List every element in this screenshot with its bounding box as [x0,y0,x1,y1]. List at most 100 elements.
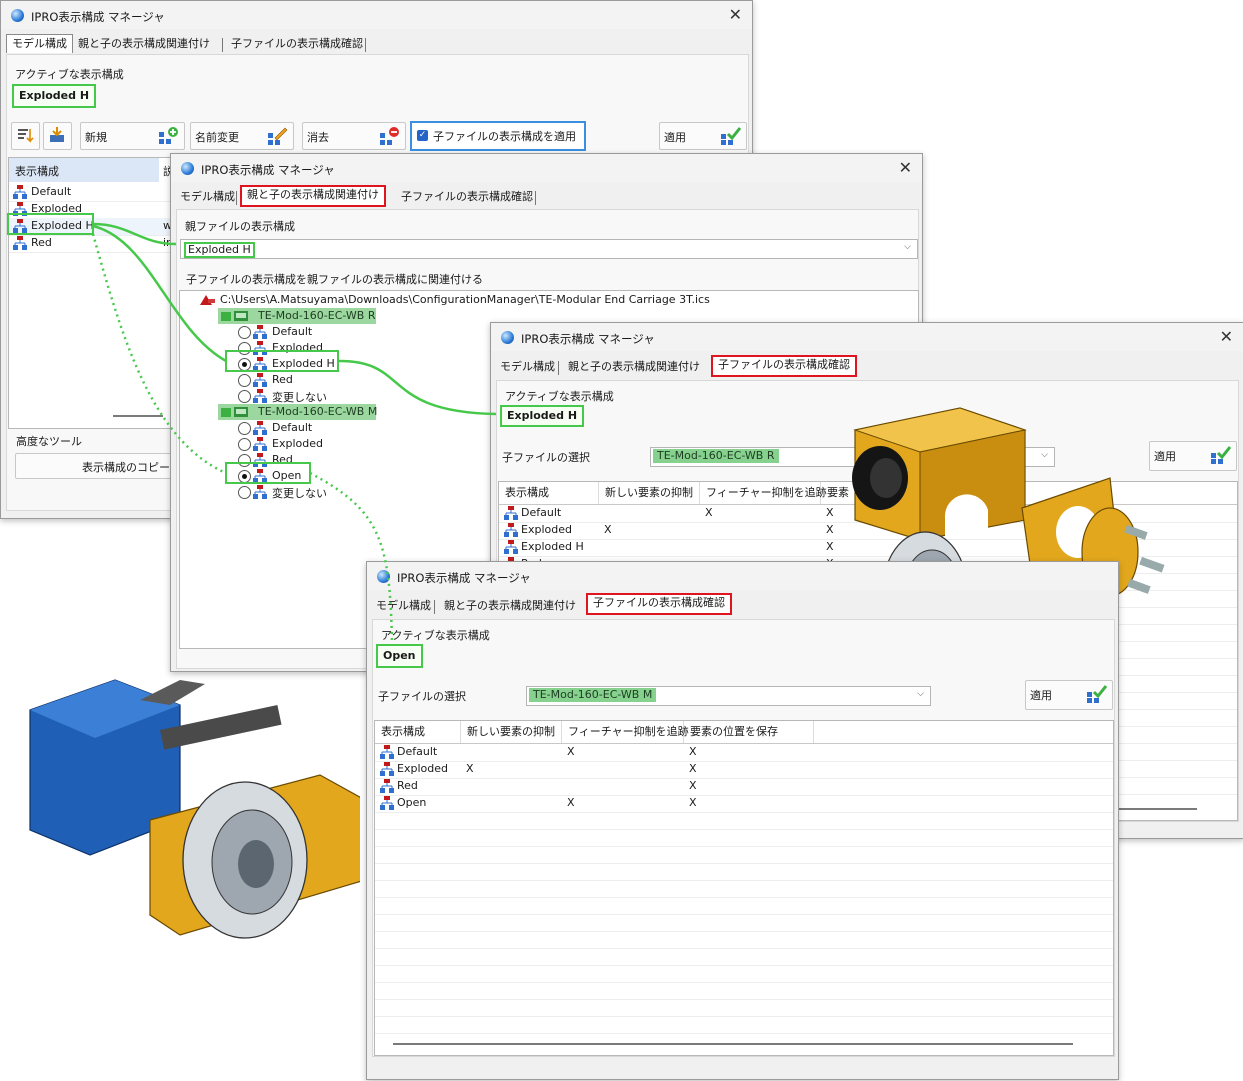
tab-separator [222,38,223,52]
radio-button[interactable] [238,326,251,339]
tab-parent-child[interactable]: 親と子の表示構成関連付け [240,185,386,207]
apply-button[interactable]: 適用 [1025,680,1113,710]
column-header[interactable]: フィーチャー抑制を追跡 [700,482,827,504]
tab-parent-child[interactable]: 親と子の表示構成関連付け [563,358,705,376]
config-list-item[interactable]: Exploded Hwi [9,218,177,236]
table-row[interactable]: Exploded X X [375,761,1113,779]
config-option[interactable]: Red [238,452,438,468]
apply-button[interactable]: 適用 [659,122,747,150]
tab-model-config[interactable]: モデル構成 [495,358,560,376]
radio-button[interactable] [238,342,251,355]
chevron-down-icon: ⌵ [904,242,911,252]
config-list-item[interactable]: Red in [9,235,177,253]
radio-button[interactable] [238,374,251,387]
radio-button[interactable] [238,390,251,403]
table-row[interactable]: Open X X [375,795,1113,813]
config-option[interactable]: Exploded H [238,356,438,372]
parent-config-value: Exploded H [184,242,255,258]
delete-button[interactable]: 消去 [302,122,406,150]
table-row[interactable]: Red X [375,778,1113,796]
window-title: IPRO表示構成 マネージャ [521,332,655,346]
child-select-value: TE-Mod-160-EC-WB R [653,449,779,463]
checkbox-checked-icon: ✓ [417,130,428,141]
config-option[interactable]: Open [238,468,438,484]
table-cell: X [604,523,612,536]
tab-parent-child[interactable]: 親と子の表示構成関連付け [439,597,581,615]
delete-minus-icon [380,127,399,145]
horizontal-scrollbar[interactable] [113,415,163,417]
radio-button[interactable] [238,358,251,371]
config-list: 表示構成 説 DefaultExplodedExploded HwiRedin [8,157,178,429]
parent-config-combo[interactable]: Exploded H ⌵ [180,239,918,259]
radio-button[interactable] [238,422,251,435]
tab-child-check[interactable]: 子ファイルの表示構成確認 [586,593,732,615]
active-config-label: アクティブな表示構成 [15,68,124,81]
config-tree-icon [253,453,267,467]
radio-button[interactable] [238,438,251,451]
tab-child-check[interactable]: 子ファイルの表示構成確認 [711,355,857,377]
child-assembly-node[interactable]: TE-Mod-160-EC-WB M [218,404,378,420]
import-button[interactable] [43,122,72,150]
radio-button[interactable] [238,470,251,483]
copy-config-button[interactable]: 表示構成のコピー [15,453,177,479]
child-select-combo[interactable]: TE-Mod-160-EC-WB M ⌵ [526,686,931,706]
config-option-label: Exploded H [272,357,335,370]
new-button-label: 新規 [85,131,107,144]
column-header[interactable]: フィーチャー抑制を追跡 [562,721,689,743]
empty-row [375,948,1113,966]
part-icon [220,309,248,323]
horizontal-scrollbar[interactable] [393,1043,1073,1045]
config-tree-icon [253,357,267,371]
config-option[interactable]: 変更しない [238,388,438,404]
config-table: 表示構成 新しい要素の抑制 フィーチャー抑制を追跡 要素の位置を保存 Default X X… [374,720,1114,1056]
config-option[interactable]: Exploded [238,436,438,452]
config-option[interactable]: Exploded [238,340,438,356]
config-option[interactable]: 変更しない [238,484,438,500]
config-tree-icon [380,762,394,776]
close-button[interactable]: ✕ [729,5,742,24]
tab-child-check[interactable]: 子ファイルの表示構成確認 [396,188,538,206]
config-option-label: Exploded [272,437,323,450]
window-title: IPRO表示構成 マネージャ [31,10,165,24]
config-option[interactable]: Default [238,420,438,436]
tab-child-check[interactable]: 子ファイルの表示構成確認 [226,35,368,53]
column-header[interactable]: 新しい要素の抑制 [461,721,562,743]
tab-model-config[interactable]: モデル構成 [6,34,73,53]
radio-button[interactable] [238,486,251,499]
sort-button[interactable] [11,122,40,150]
main-panel: アクティブな表示構成 Open 子ファイルの選択 TE-Mod-160-EC-W… [372,619,1115,1057]
child-assembly-name: TE-Mod-160-EC-WB R [258,309,376,322]
table-row[interactable]: Default X X [375,744,1113,762]
config-option[interactable]: Default [238,324,438,340]
apply-check-icon [1087,685,1107,703]
empty-row [375,829,1113,847]
assembly-root-icon [200,295,215,305]
column-header[interactable]: 要素の位置を保存 [684,721,814,743]
radio-button[interactable] [238,454,251,467]
table-cell: X [567,745,575,758]
active-config-value: Open [376,644,423,668]
tab-model-config[interactable]: モデル構成 [175,188,240,206]
tab-parent-child[interactable]: 親と子の表示構成関連付け [73,35,215,53]
relate-label: 子ファイルの表示構成を親ファイルの表示構成に関連付ける [186,273,483,286]
config-list-item[interactable]: Exploded [9,201,177,219]
config-option[interactable]: Red [238,372,438,388]
tab-separator [535,191,536,205]
config-list-item[interactable]: Default [9,184,177,202]
child-assembly-node[interactable]: TE-Mod-160-EC-WB R [218,308,376,324]
table-cell: Exploded [397,762,448,775]
column-header[interactable]: 新しい要素の抑制 [599,482,700,504]
title-bar: IPRO表示構成 マネージャ [367,562,1118,590]
new-button[interactable]: 新規 [80,122,185,150]
apply-child-checkbox[interactable]: ✓ 子ファイルの表示構成を適用 [410,121,586,151]
tab-model-config[interactable]: モデル構成 [371,597,436,615]
title-bar: IPRO表示構成 マネージャ ✕ [1,1,752,29]
close-button[interactable]: ✕ [899,158,912,177]
child-assembly-name: TE-Mod-160-EC-WB M [258,405,378,418]
apply-check-icon [1211,446,1231,464]
column-header[interactable]: 表示構成 [375,721,461,743]
rename-button[interactable]: 名前変更 [190,122,294,150]
config-tree-icon [13,236,27,250]
column-header[interactable]: 表示構成 [499,482,599,504]
close-button[interactable]: ✕ [1220,327,1233,346]
